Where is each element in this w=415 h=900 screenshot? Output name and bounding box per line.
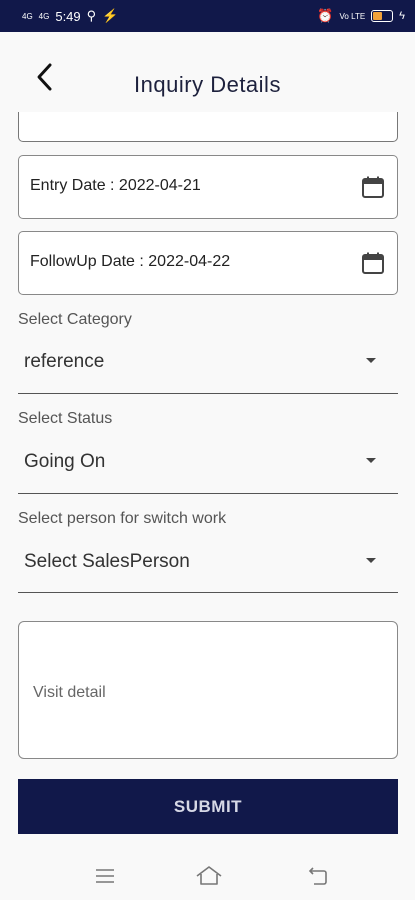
followup-date-text: FollowUp Date : 2022-04-22 xyxy=(30,253,231,270)
visit-detail-placeholder: Visit detail xyxy=(33,684,106,701)
submit-button[interactable]: SUBMIT xyxy=(18,779,398,834)
app-bar: Inquiry Details xyxy=(0,32,415,114)
salesperson-value[interactable]: Select SalesPerson xyxy=(24,551,190,573)
dropdown-underline xyxy=(18,493,398,494)
battery-icon xyxy=(371,10,394,22)
status-label: Select Status xyxy=(18,410,113,427)
usb-icon: ⚲ xyxy=(86,8,97,23)
calendar-icon[interactable] xyxy=(361,175,385,199)
system-nav-bar xyxy=(0,850,415,900)
back-nav-icon[interactable] xyxy=(306,864,330,888)
category-label: Select Category xyxy=(18,311,132,328)
dropdown-underline xyxy=(18,393,398,394)
dropdown-arrow-icon[interactable] xyxy=(366,558,376,563)
visit-detail-input[interactable]: Visit detail xyxy=(18,621,398,759)
calendar-icon[interactable] xyxy=(361,251,385,275)
bolt-icon: ϟ xyxy=(399,10,405,22)
network-indicator: 4G xyxy=(22,11,33,21)
entry-date-text: Entry Date : 2022-04-21 xyxy=(30,177,201,194)
scrolled-input-field[interactable] xyxy=(18,112,398,142)
menu-icon[interactable] xyxy=(93,864,117,888)
dropdown-arrow-icon[interactable] xyxy=(366,458,376,463)
status-bar: 4G 4G 5:49 ⚲ ⚡ ⏰ Vo LTE ϟ xyxy=(0,0,415,32)
followup-date-field[interactable]: FollowUp Date : 2022-04-22 xyxy=(18,231,398,295)
home-icon[interactable] xyxy=(195,864,223,888)
category-value[interactable]: reference xyxy=(24,351,104,373)
status-value[interactable]: Going On xyxy=(24,451,105,473)
network-indicator-2: 4G xyxy=(38,11,50,21)
dropdown-underline xyxy=(18,592,398,593)
charging-flash-icon: ⚡ xyxy=(102,8,119,23)
switch-person-label: Select person for switch work xyxy=(18,510,227,527)
volte-indicator: Vo LTE xyxy=(339,11,366,21)
dropdown-arrow-icon[interactable] xyxy=(366,358,376,363)
entry-date-field[interactable]: Entry Date : 2022-04-21 xyxy=(18,155,398,219)
page-title: Inquiry Details xyxy=(134,72,281,97)
status-time: 5:49 xyxy=(55,8,81,24)
alarm-icon: ⏰ xyxy=(317,8,334,23)
